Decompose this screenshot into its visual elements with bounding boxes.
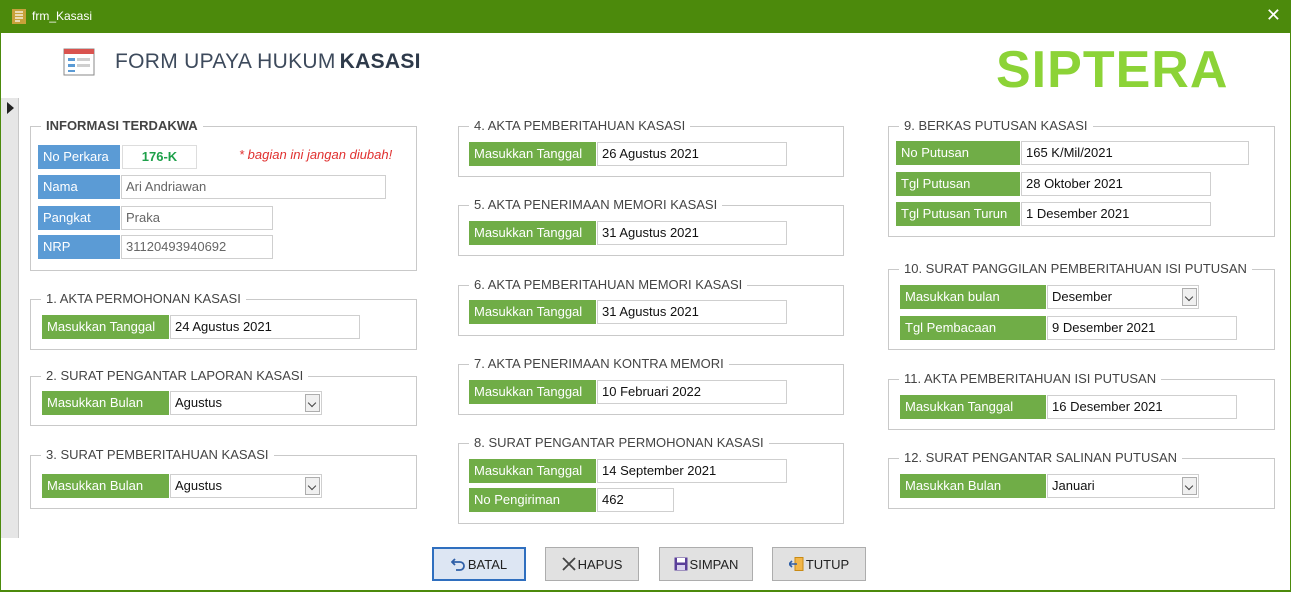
s10-month-select[interactable]: Desember — [1047, 285, 1199, 309]
s9-tgl-putusan-turun-field[interactable]: 1 Desember 2021 — [1021, 202, 1211, 226]
current-record-icon — [7, 102, 14, 114]
hapus-button-label: HAPUS — [577, 556, 623, 572]
hapus-button[interactable]: HAPUS — [545, 547, 639, 581]
group-title: 12. SURAT PENGANTAR SALINAN PUTUSAN — [899, 450, 1183, 465]
no-perkara-label: No Perkara — [38, 145, 120, 169]
form-icon — [63, 48, 95, 76]
s10-month-value: Desember — [1052, 289, 1112, 304]
undo-icon — [450, 558, 465, 571]
s8-no-pengiriman-field[interactable]: 462 — [597, 488, 674, 512]
page-title-bold: KASASI — [339, 50, 421, 73]
group-title: 11. AKTA PEMBERITAHUAN ISI PUTUSAN — [899, 371, 1162, 386]
chevron-down-icon[interactable] — [305, 477, 320, 495]
access-app-icon — [12, 9, 26, 24]
s2-month-select[interactable]: Agustus — [170, 391, 322, 415]
s7-date-field[interactable]: 10 Februari 2022 — [597, 380, 787, 404]
group-title: 6. AKTA PEMBERITAHUAN MEMORI KASASI — [469, 277, 748, 292]
group-title: 8. SURAT PENGANTAR PERMOHONAN KASASI — [469, 435, 769, 450]
simpan-button-label: SIMPAN — [689, 556, 739, 572]
save-icon — [674, 557, 688, 571]
s10-tgl-pembacaan-field[interactable]: 9 Desember 2021 — [1047, 316, 1237, 340]
nrp-field[interactable]: 31120493940692 — [121, 235, 273, 259]
s5-date-field[interactable]: 31 Agustus 2021 — [597, 221, 787, 245]
s6-date-label: Masukkan Tanggal — [469, 300, 596, 324]
chevron-down-icon[interactable] — [305, 394, 320, 412]
s8-date-field[interactable]: 14 September 2021 — [597, 459, 787, 483]
group-title: 2. SURAT PENGANTAR LAPORAN KASASI — [41, 368, 309, 383]
s9-no-putusan-field[interactable]: 165 K/Mil/2021 — [1021, 141, 1249, 165]
group-title: 1. AKTA PERMOHONAN KASASI — [41, 291, 246, 306]
pangkat-field[interactable]: Praka — [121, 206, 273, 230]
group-title: INFORMASI TERDAKWA — [41, 118, 203, 133]
no-perkara-field[interactable]: 176-K — [122, 145, 197, 169]
exit-door-icon — [788, 557, 804, 571]
group-title: 7. AKTA PENERIMAAN KONTRA MEMORI — [469, 356, 729, 371]
close-icon[interactable]: ✕ — [1266, 6, 1281, 24]
s9-tgl-putusan-turun-label: Tgl Putusan Turun — [896, 202, 1020, 226]
chevron-down-icon[interactable] — [1182, 477, 1197, 495]
s7-date-label: Masukkan Tanggal — [469, 380, 596, 404]
s10-month-label: Masukkan bulan — [900, 285, 1046, 309]
simpan-button[interactable]: SIMPAN — [659, 547, 753, 581]
tutup-button[interactable]: TUTUP — [772, 547, 866, 581]
s5-date-label: Masukkan Tanggal — [469, 221, 596, 245]
nama-field[interactable]: Ari Andriawan — [121, 175, 386, 199]
tutup-button-label: TUTUP — [805, 556, 850, 572]
s9-tgl-putusan-field[interactable]: 28 Oktober 2021 — [1021, 172, 1211, 196]
chevron-down-icon[interactable] — [1182, 288, 1197, 306]
s6-date-field[interactable]: 31 Agustus 2021 — [597, 300, 787, 324]
batal-button-label: BATAL — [467, 556, 508, 572]
s9-no-putusan-label: No Putusan — [896, 141, 1020, 165]
s1-date-field[interactable]: 24 Agustus 2021 — [170, 315, 360, 339]
s11-date-field[interactable]: 16 Desember 2021 — [1047, 395, 1237, 419]
s8-date-label: Masukkan Tanggal — [469, 459, 596, 483]
group-title: 10. SURAT PANGGILAN PEMBERITAHUAN ISI PU… — [899, 261, 1252, 276]
s3-month-label: Masukkan Bulan — [42, 474, 169, 498]
s4-date-field[interactable]: 26 Agustus 2021 — [597, 142, 787, 166]
nrp-label: NRP — [38, 235, 120, 259]
s2-month-label: Masukkan Bulan — [42, 391, 169, 415]
s9-tgl-putusan-label: Tgl Putusan — [896, 172, 1020, 196]
s10-tgl-pembacaan-label: Tgl Pembacaan — [900, 316, 1046, 340]
pangkat-label: Pangkat — [38, 206, 120, 230]
s8-no-pengiriman-label: No Pengiriman — [469, 488, 596, 512]
s1-date-label: Masukkan Tanggal — [42, 315, 169, 339]
s3-month-value: Agustus — [175, 478, 222, 493]
batal-button[interactable]: BATAL — [432, 547, 526, 581]
page-title: FORM UPAYA HUKUM KASASI — [115, 50, 421, 73]
record-selector[interactable] — [1, 98, 19, 538]
siptera-logo: SIPTERA — [996, 41, 1229, 99]
delete-x-icon — [561, 557, 576, 571]
s11-date-label: Masukkan Tanggal — [900, 395, 1046, 419]
group-title: 5. AKTA PENERIMAAN MEMORI KASASI — [469, 197, 723, 212]
s12-month-label: Masukkan Bulan — [900, 474, 1046, 498]
s3-month-select[interactable]: Agustus — [170, 474, 322, 498]
group-title: 4. AKTA PEMBERITAHUAN KASASI — [469, 118, 691, 133]
nama-label: Nama — [38, 175, 120, 199]
s12-month-select[interactable]: Januari — [1047, 474, 1199, 498]
s2-month-value: Agustus — [175, 395, 222, 410]
s12-month-value: Januari — [1052, 478, 1095, 493]
group-title: 3. SURAT PEMBERITAHUAN KASASI — [41, 447, 274, 462]
group-title: 9. BERKAS PUTUSAN KASASI — [899, 118, 1093, 133]
s4-date-label: Masukkan Tanggal — [469, 142, 596, 166]
window-titlebar: frm_Kasasi ✕ — [0, 0, 1291, 33]
readonly-note: * bagian ini jangan diubah! — [239, 147, 393, 162]
window-title: frm_Kasasi — [32, 9, 93, 23]
